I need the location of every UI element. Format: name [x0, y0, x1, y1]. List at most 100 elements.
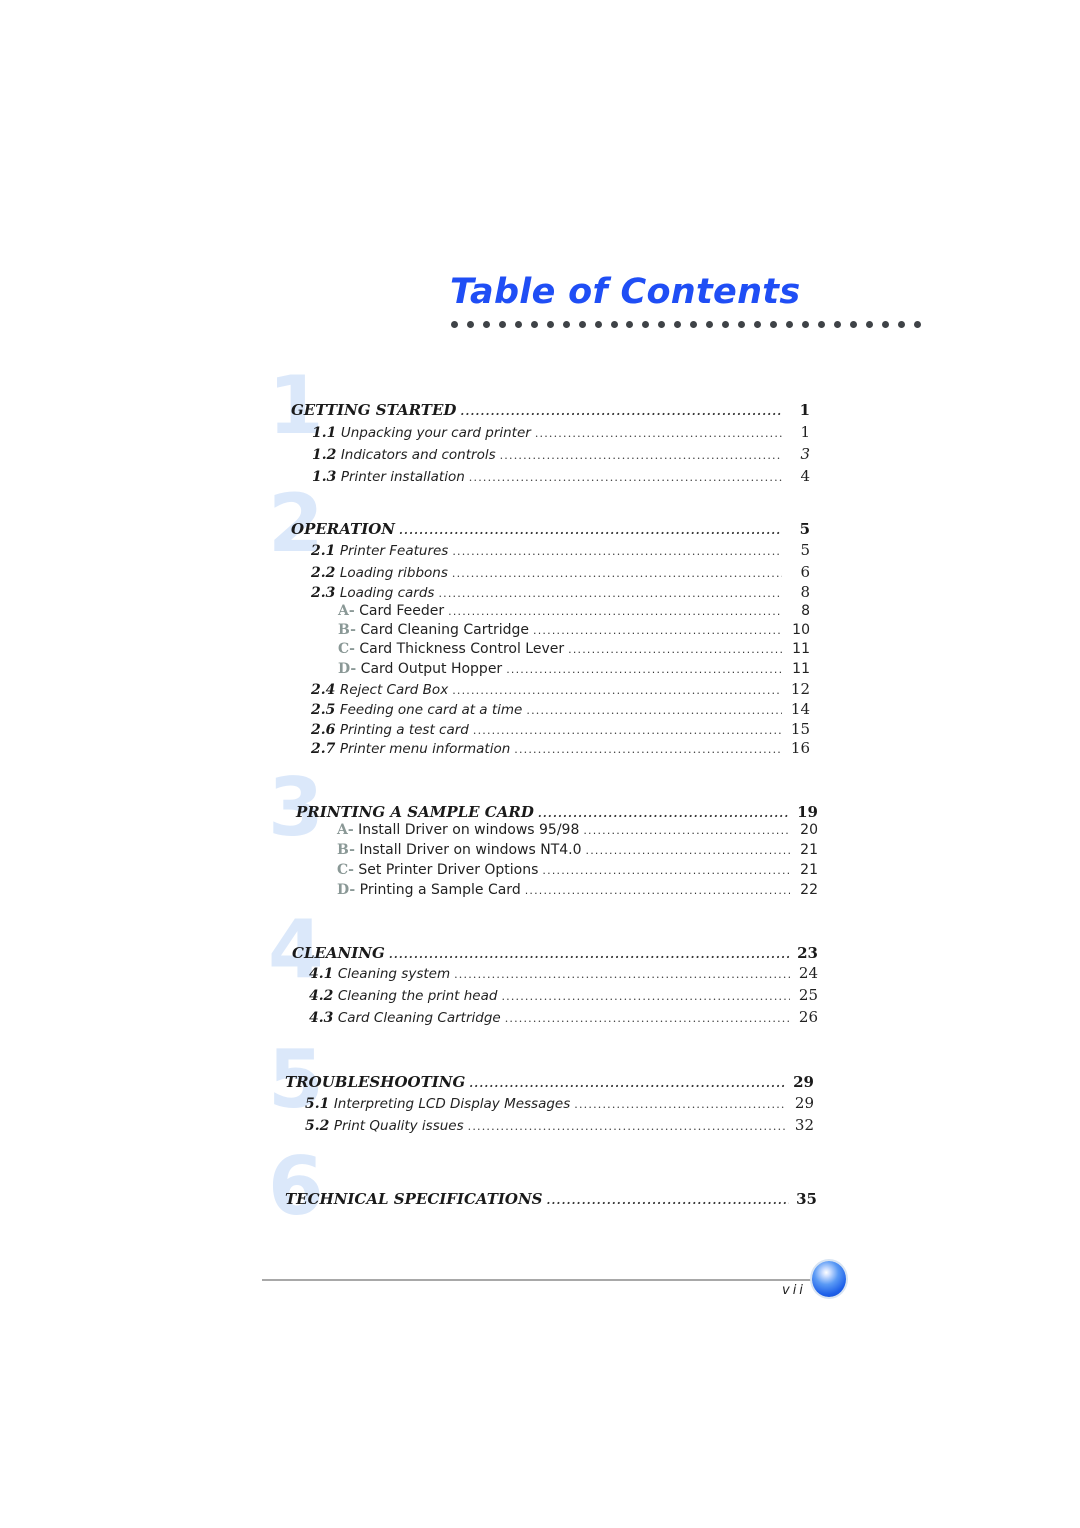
- toc-subsection-entry[interactable]: D- Card Output Hopper 11: [338, 661, 810, 681]
- section-number: 1.1: [312, 425, 337, 441]
- dot-leader: [399, 524, 782, 537]
- toc-chapter-entry[interactable]: CLEANING 23: [292, 944, 818, 964]
- chapter-title: TECHNICAL SPECIFICATIONS: [285, 1190, 543, 1208]
- title-dot: [530, 321, 538, 328]
- subsection-label: Install Driver on windows 95/98: [358, 822, 580, 838]
- toc-subsection-entry[interactable]: B- Card Cleaning Cartridge 10: [338, 622, 810, 642]
- title-dot: [738, 321, 746, 328]
- toc-chapter-entry[interactable]: TROUBLESHOOTING 29: [285, 1073, 814, 1093]
- chapter-title: PRINTING A SAMPLE CARD: [296, 803, 534, 821]
- subsection-letter: B-: [337, 842, 355, 858]
- section-label: Feeding one card at a time: [339, 702, 523, 718]
- entry-text: 2.1 Printer Features: [311, 543, 448, 559]
- toc-chapter-entry[interactable]: TECHNICAL SPECIFICATIONS 35: [285, 1190, 817, 1210]
- title-dot-rule: [451, 321, 921, 329]
- section-label: Printing a test card: [339, 722, 469, 738]
- entry-text: 2.6 Printing a test card: [311, 722, 469, 738]
- entry-text: 2.3 Loading cards: [311, 585, 434, 601]
- toc-subsection-entry[interactable]: B- Install Driver on windows NT4.0 21: [337, 842, 818, 862]
- toc-section-entry[interactable]: 2.2 Loading ribbons 6: [311, 563, 810, 583]
- title-dot: [786, 321, 794, 328]
- dot-leader: [454, 968, 790, 981]
- page-number: 15: [790, 720, 810, 738]
- dot-leader: [438, 587, 782, 600]
- section-label: Cleaning system: [337, 966, 451, 982]
- page-number: 11: [792, 641, 810, 657]
- subsection-label: Printing a Sample Card: [359, 882, 521, 898]
- dot-leader: [505, 1012, 790, 1025]
- subsection-label: Card Output Hopper: [360, 661, 503, 677]
- toc-section-entry[interactable]: 1.3 Printer installation 4: [312, 467, 810, 487]
- title-dot: [865, 321, 873, 328]
- entry-text: C- Set Printer Driver Options: [337, 862, 538, 878]
- title-dot: [642, 321, 650, 328]
- title-dot: [546, 321, 554, 328]
- toc-section-entry[interactable]: 4.2 Cleaning the print head 25: [309, 986, 818, 1006]
- toc-chapter-entry[interactable]: PRINTING A SAMPLE CARD 19: [296, 803, 818, 823]
- title-dot: [913, 321, 921, 328]
- page-number: 1: [800, 423, 810, 441]
- toc-section-entry[interactable]: 2.7 Printer menu information 16: [311, 739, 810, 759]
- page-number: 10: [792, 622, 810, 638]
- subsection-letter: C-: [337, 862, 354, 878]
- page-number: 23: [797, 944, 818, 962]
- page-number: 20: [800, 822, 818, 838]
- subsection-letter: A-: [337, 822, 354, 838]
- entry-text: D- Printing a Sample Card: [337, 882, 521, 898]
- entry-text: 4.2 Cleaning the print head: [309, 988, 497, 1004]
- title-dot: [897, 321, 905, 328]
- toc-chapter-entry[interactable]: GETTING STARTED 1: [291, 401, 810, 421]
- toc-section-entry[interactable]: 2.1 Printer Features 5: [311, 541, 810, 561]
- toc-subsection-entry[interactable]: D- Printing a Sample Card 22: [337, 882, 818, 902]
- dot-leader: [473, 724, 782, 737]
- toc-section-entry[interactable]: 2.4 Reject Card Box 12: [311, 680, 810, 700]
- dot-leader: [542, 864, 790, 877]
- page-number: 1: [799, 401, 810, 419]
- dot-leader: [469, 1077, 786, 1090]
- toc-section-entry[interactable]: 4.1 Cleaning system 24: [309, 964, 818, 984]
- toc-section-entry[interactable]: 1.1 Unpacking your card printer 1: [312, 423, 810, 443]
- page-number: 5: [800, 541, 810, 559]
- dot-leader: [535, 427, 782, 440]
- toc-subsection-entry[interactable]: A- Card Feeder 8: [338, 603, 810, 623]
- toc-section-entry[interactable]: 5.1 Interpreting LCD Display Messages 29: [305, 1094, 814, 1114]
- entry-text: 4.3 Card Cleaning Cartridge: [309, 1010, 501, 1026]
- page-number: 16: [790, 739, 810, 757]
- section-number: 1.3: [312, 469, 337, 485]
- toc-section-entry[interactable]: 4.3 Card Cleaning Cartridge 26: [309, 1008, 818, 1028]
- toc-section-entry[interactable]: 2.5 Feeding one card at a time 14: [311, 700, 810, 720]
- subsection-letter: C-: [338, 641, 355, 657]
- page-number: 4: [800, 467, 810, 485]
- page-number: 21: [800, 862, 818, 878]
- section-label: Interpreting LCD Display Messages: [333, 1096, 571, 1112]
- title-dot: [626, 321, 634, 328]
- toc-section-entry[interactable]: 2.3 Loading cards 8: [311, 583, 810, 603]
- toc-subsection-entry[interactable]: A- Install Driver on windows 95/98 20: [337, 822, 818, 842]
- dot-leader: [526, 704, 782, 717]
- page-number: 32: [794, 1116, 814, 1134]
- section-label: Card Cleaning Cartridge: [337, 1010, 501, 1026]
- toc-section-entry[interactable]: 1.2 Indicators and controls 3: [312, 445, 810, 465]
- dot-leader: [468, 1120, 786, 1133]
- dot-leader: [547, 1194, 790, 1207]
- entry-text: 1.2 Indicators and controls: [312, 447, 496, 463]
- toc-subsection-entry[interactable]: C- Card Thickness Control Lever 11: [338, 641, 810, 661]
- toc-section-entry[interactable]: 2.6 Printing a test card 15: [311, 720, 810, 740]
- entry-text: 1.1 Unpacking your card printer: [312, 425, 531, 441]
- page-number: 29: [794, 1094, 814, 1112]
- title-dot: [482, 321, 490, 328]
- section-number: 2.4: [311, 682, 336, 698]
- title-dot: [770, 321, 778, 328]
- toc-title: Table of Contents: [450, 272, 801, 312]
- section-label: Print Quality issues: [333, 1118, 464, 1134]
- toc-chapter-entry[interactable]: OPERATION 5: [291, 520, 810, 540]
- entry-text: 2.4 Reject Card Box: [311, 682, 448, 698]
- toc-subsection-entry[interactable]: C- Set Printer Driver Options 21: [337, 862, 818, 882]
- section-label: Unpacking your card printer: [340, 425, 531, 441]
- dot-leader: [460, 405, 782, 418]
- section-label: Indicators and controls: [340, 447, 496, 463]
- page-number: 14: [790, 700, 810, 718]
- title-dot: [722, 321, 730, 328]
- toc-section-entry[interactable]: 5.2 Print Quality issues 32: [305, 1116, 814, 1136]
- dot-leader: [574, 1098, 786, 1111]
